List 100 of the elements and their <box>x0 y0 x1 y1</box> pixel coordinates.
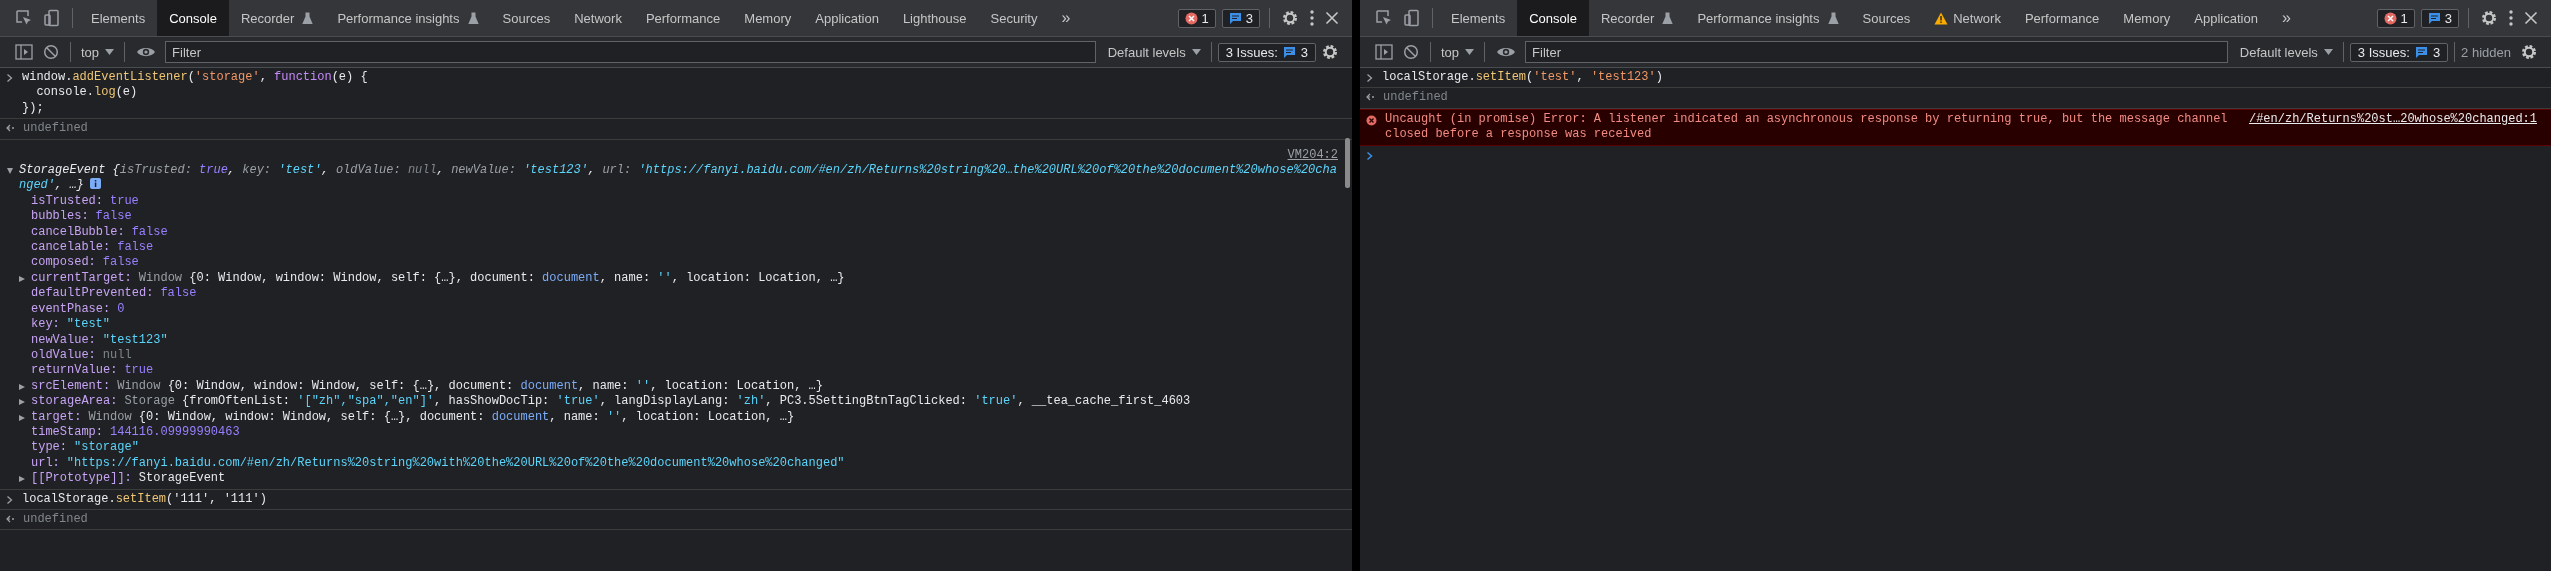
property-name: storageArea: <box>31 394 118 410</box>
flask-icon <box>467 11 479 25</box>
log-levels-dropdown[interactable]: Default levels <box>1103 44 1205 60</box>
settings-icon[interactable] <box>1321 43 1339 61</box>
property-value: Window {0: Window, window: Window, self: {…}, document: document, name: '', location: Location, …} <box>138 270 845 287</box>
more-tabs-button[interactable]: » <box>1049 0 1083 36</box>
expand-triangle-icon[interactable] <box>18 413 26 422</box>
panel-tab[interactable]: Recorder <box>1588 0 1686 36</box>
filter-input[interactable]: Filter <box>1525 41 2228 63</box>
panel-tab[interactable]: Performance insights <box>325 0 491 36</box>
more-tabs-button[interactable]: » <box>2269 0 2303 36</box>
property-name: isTrusted: <box>31 193 103 210</box>
property-value: null <box>102 347 132 364</box>
return-arrow-icon <box>6 514 15 523</box>
property-name: currentTarget: <box>31 270 132 287</box>
error-icon <box>2383 11 2397 25</box>
message-icon <box>2414 45 2428 59</box>
expand-triangle-icon[interactable] <box>18 382 26 391</box>
message-icon <box>1228 11 1242 25</box>
settings-icon[interactable] <box>1281 9 1299 27</box>
property-value: Window {0: Window, window: Window, self: {…}, document: document, name: '', location: Location, …} <box>88 409 795 425</box>
panel-tab[interactable]: Memory <box>2111 0 2183 36</box>
flask-icon <box>1662 11 1674 25</box>
panel-tab[interactable]: Elements <box>1439 0 1518 36</box>
panel-tab[interactable]: Sources <box>490 0 563 36</box>
property-name: type: <box>31 440 67 456</box>
chevron-icon <box>6 494 14 505</box>
clear-console-icon[interactable] <box>43 44 59 60</box>
code-line: localStorage.setItem('test', 'test123') <box>1382 70 1663 86</box>
prompt-chevron-icon[interactable] <box>1366 150 1374 161</box>
panel-tab[interactable]: Console <box>157 0 229 36</box>
filter-input[interactable]: Filter <box>165 41 1096 63</box>
panel-tab[interactable]: Lighthouse <box>890 0 979 36</box>
caret-icon <box>105 49 115 55</box>
property-name: eventPhase: <box>31 301 111 318</box>
context-dropdown[interactable]: top <box>77 44 119 60</box>
close-icon[interactable] <box>2524 11 2538 25</box>
expand-triangle-icon[interactable] <box>18 274 26 283</box>
device-icon[interactable] <box>43 9 61 27</box>
settings-icon[interactable] <box>2480 9 2498 27</box>
object-summary[interactable]: StorageEvent {isTrusted: true, key: 'test', oldValue: null, newValue: 'test123', url: 'https://fanyi.baidu.com/#en/zh/Returns%20string%20…the%20URL%20of%20the%20document%20whose%20changed', …} <box>19 163 1338 194</box>
property-value: false <box>102 255 139 271</box>
property-value: 144116.09999990463 <box>110 424 240 441</box>
code-line: window.addEventListener('storage', function(e) { <box>22 70 368 86</box>
property-name: [[Prototype]]: <box>31 471 132 487</box>
panel-tab[interactable]: Memory <box>732 0 804 36</box>
result-text: undefined <box>1383 90 1448 106</box>
expand-triangle-icon[interactable] <box>18 475 26 484</box>
property-value: true <box>124 363 154 379</box>
panel-tab[interactable]: Performance <box>633 0 733 36</box>
inspect-icon[interactable] <box>1375 9 1393 27</box>
panel-tab[interactable]: Security <box>978 0 1050 36</box>
panel-tab[interactable]: Network <box>1922 0 2013 36</box>
panel-tab[interactable]: Performance <box>2012 0 2112 36</box>
panel-tab[interactable]: Sources <box>1850 0 1923 36</box>
more-menu-icon[interactable] <box>1309 9 1315 27</box>
error-count-button[interactable]: 1 <box>2376 8 2415 28</box>
settings-icon[interactable] <box>2520 43 2538 61</box>
source-link[interactable]: /#en/zh/Returns%20st…20whose%20changed:1 <box>2248 111 2537 128</box>
panel-tab[interactable]: Application <box>2182 0 2270 36</box>
sidebar-toggle-icon[interactable] <box>1375 44 1393 60</box>
source-link[interactable]: VM204:2 <box>1287 147 1338 164</box>
property-value: false <box>131 224 168 241</box>
chevron-icon <box>6 73 14 83</box>
caret-icon <box>2323 49 2333 55</box>
panel-tab[interactable]: Console <box>1517 0 1589 36</box>
property-value: Window {0: Window, window: Window, self: {…}, document: document, name: '', location: Location, …} <box>117 378 823 395</box>
eye-icon[interactable] <box>1496 45 1517 59</box>
panel-tab[interactable]: Elements <box>79 0 158 36</box>
scrollbar-thumb[interactable] <box>1345 138 1350 188</box>
close-icon[interactable] <box>1325 11 1339 25</box>
message-count-button[interactable]: 3 <box>1221 8 1260 28</box>
panel-tab[interactable]: Recorder <box>228 0 326 36</box>
issues-button[interactable]: 3 Issues: 3 <box>2349 42 2449 62</box>
property-value: true <box>110 193 139 210</box>
device-icon[interactable] <box>1403 9 1421 27</box>
more-menu-icon[interactable] <box>2508 9 2514 27</box>
issues-button[interactable]: 3 Issues: 3 <box>1217 42 1316 62</box>
code-line: localStorage.setItem('111', '111') <box>22 491 267 507</box>
property-value: false <box>117 240 154 256</box>
property-name: cancelable: <box>31 240 111 256</box>
expand-triangle-icon[interactable] <box>18 398 26 407</box>
message-count-button[interactable]: 3 <box>2420 8 2459 28</box>
expand-triangle-icon[interactable] <box>6 167 14 176</box>
panel-tab[interactable]: Application <box>803 0 891 36</box>
caret-icon <box>1191 49 1201 55</box>
context-dropdown[interactable]: top <box>1437 44 1479 60</box>
clear-console-icon[interactable] <box>1403 44 1419 60</box>
property-value: false <box>160 286 197 302</box>
sidebar-toggle-icon[interactable] <box>15 44 33 60</box>
property-value: "test123" <box>102 332 168 348</box>
code-line: console.log(e) <box>35 85 139 101</box>
eye-icon[interactable] <box>136 45 157 59</box>
inspect-icon[interactable] <box>15 9 33 27</box>
error-count-button[interactable]: 1 <box>1177 8 1216 28</box>
panel-tab[interactable]: Performance insights <box>1685 0 1851 36</box>
property-value: "test" <box>66 317 111 333</box>
property-name: defaultPrevented: <box>31 286 154 302</box>
log-levels-dropdown[interactable]: Default levels <box>2235 44 2337 60</box>
panel-tab[interactable]: Network <box>562 0 634 36</box>
